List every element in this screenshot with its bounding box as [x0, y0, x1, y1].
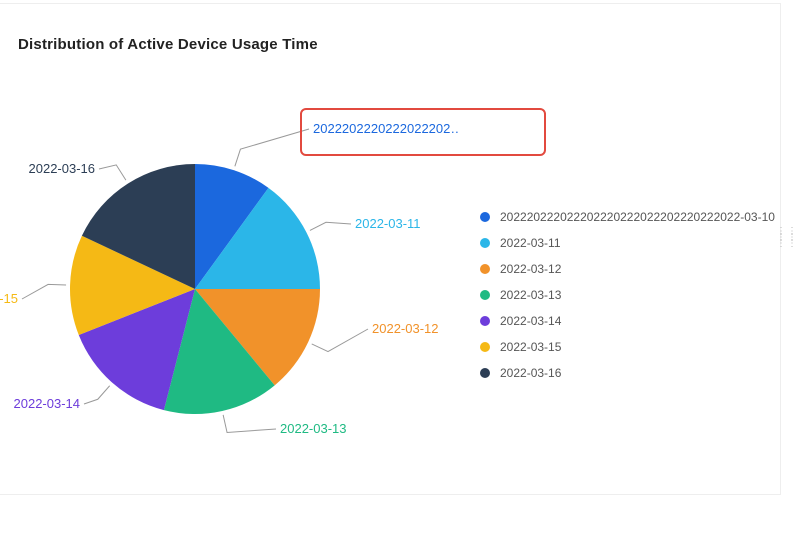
pie-chart[interactable]: 2022202220222022202… 2022-03-11 2022-03-12… — [0, 84, 460, 484]
slice-label: 2022-03-13 — [280, 421, 347, 436]
leader-line — [235, 129, 309, 166]
legend-swatch-icon — [480, 342, 490, 352]
legend-swatch-icon — [480, 316, 490, 326]
chart-title: Distribution of Active Device Usage Time — [18, 36, 318, 53]
leader-line — [310, 222, 351, 230]
legend-label: 2022-03-16 — [500, 360, 561, 386]
legend-item[interactable]: 2022-03-11 — [480, 230, 775, 256]
slice-label: 2022-03-14 — [14, 396, 81, 411]
legend-swatch-icon — [480, 368, 490, 378]
legend-item[interactable]: 2022-03-16 — [480, 360, 775, 386]
legend-label: 202220222022202220222022202220222022-03-… — [500, 204, 775, 230]
legend-item[interactable]: 2022-03-14 — [480, 308, 775, 334]
legend: 202220222022202220222022202220222022-03-… — [480, 204, 775, 386]
legend-label: 2022-03-14 — [500, 308, 561, 334]
legend-item[interactable]: 2022-03-13 — [480, 282, 775, 308]
slice-label: 2022-03-11 — [355, 216, 421, 231]
legend-label: 2022-03-13 — [500, 282, 561, 308]
leader-line — [22, 284, 66, 299]
leader-line — [84, 386, 110, 404]
slice-label: 2022-03-12 — [372, 321, 439, 336]
leader-line — [223, 415, 276, 433]
slice-label: 2022-03-16 — [29, 161, 96, 176]
slice-label: 2022-03-15 — [0, 291, 18, 306]
legend-swatch-icon — [480, 212, 490, 222]
pie-svg: 2022202220222022202… 2022-03-11 2022-03-12… — [0, 84, 460, 484]
legend-label: 2022-03-12 — [500, 256, 561, 282]
legend-item[interactable]: 202220222022202220222022202220222022-03-… — [480, 204, 775, 230]
resize-handle-icon[interactable]: ⋮⋮⋮⋮⋮⋮ — [776, 229, 786, 247]
legend-label: 2022-03-11 — [500, 230, 561, 256]
legend-swatch-icon — [480, 238, 490, 248]
leader-line — [312, 329, 368, 352]
leader-line — [99, 165, 126, 180]
legend-label: 2022-03-15 — [500, 334, 561, 360]
slice-label: 2022202220222022202… — [313, 121, 460, 136]
legend-item[interactable]: 2022-03-12 — [480, 256, 775, 282]
chart-card: Distribution of Active Device Usage Time… — [0, 4, 780, 494]
legend-item[interactable]: 2022-03-15 — [480, 334, 775, 360]
legend-swatch-icon — [480, 290, 490, 300]
legend-swatch-icon — [480, 264, 490, 274]
